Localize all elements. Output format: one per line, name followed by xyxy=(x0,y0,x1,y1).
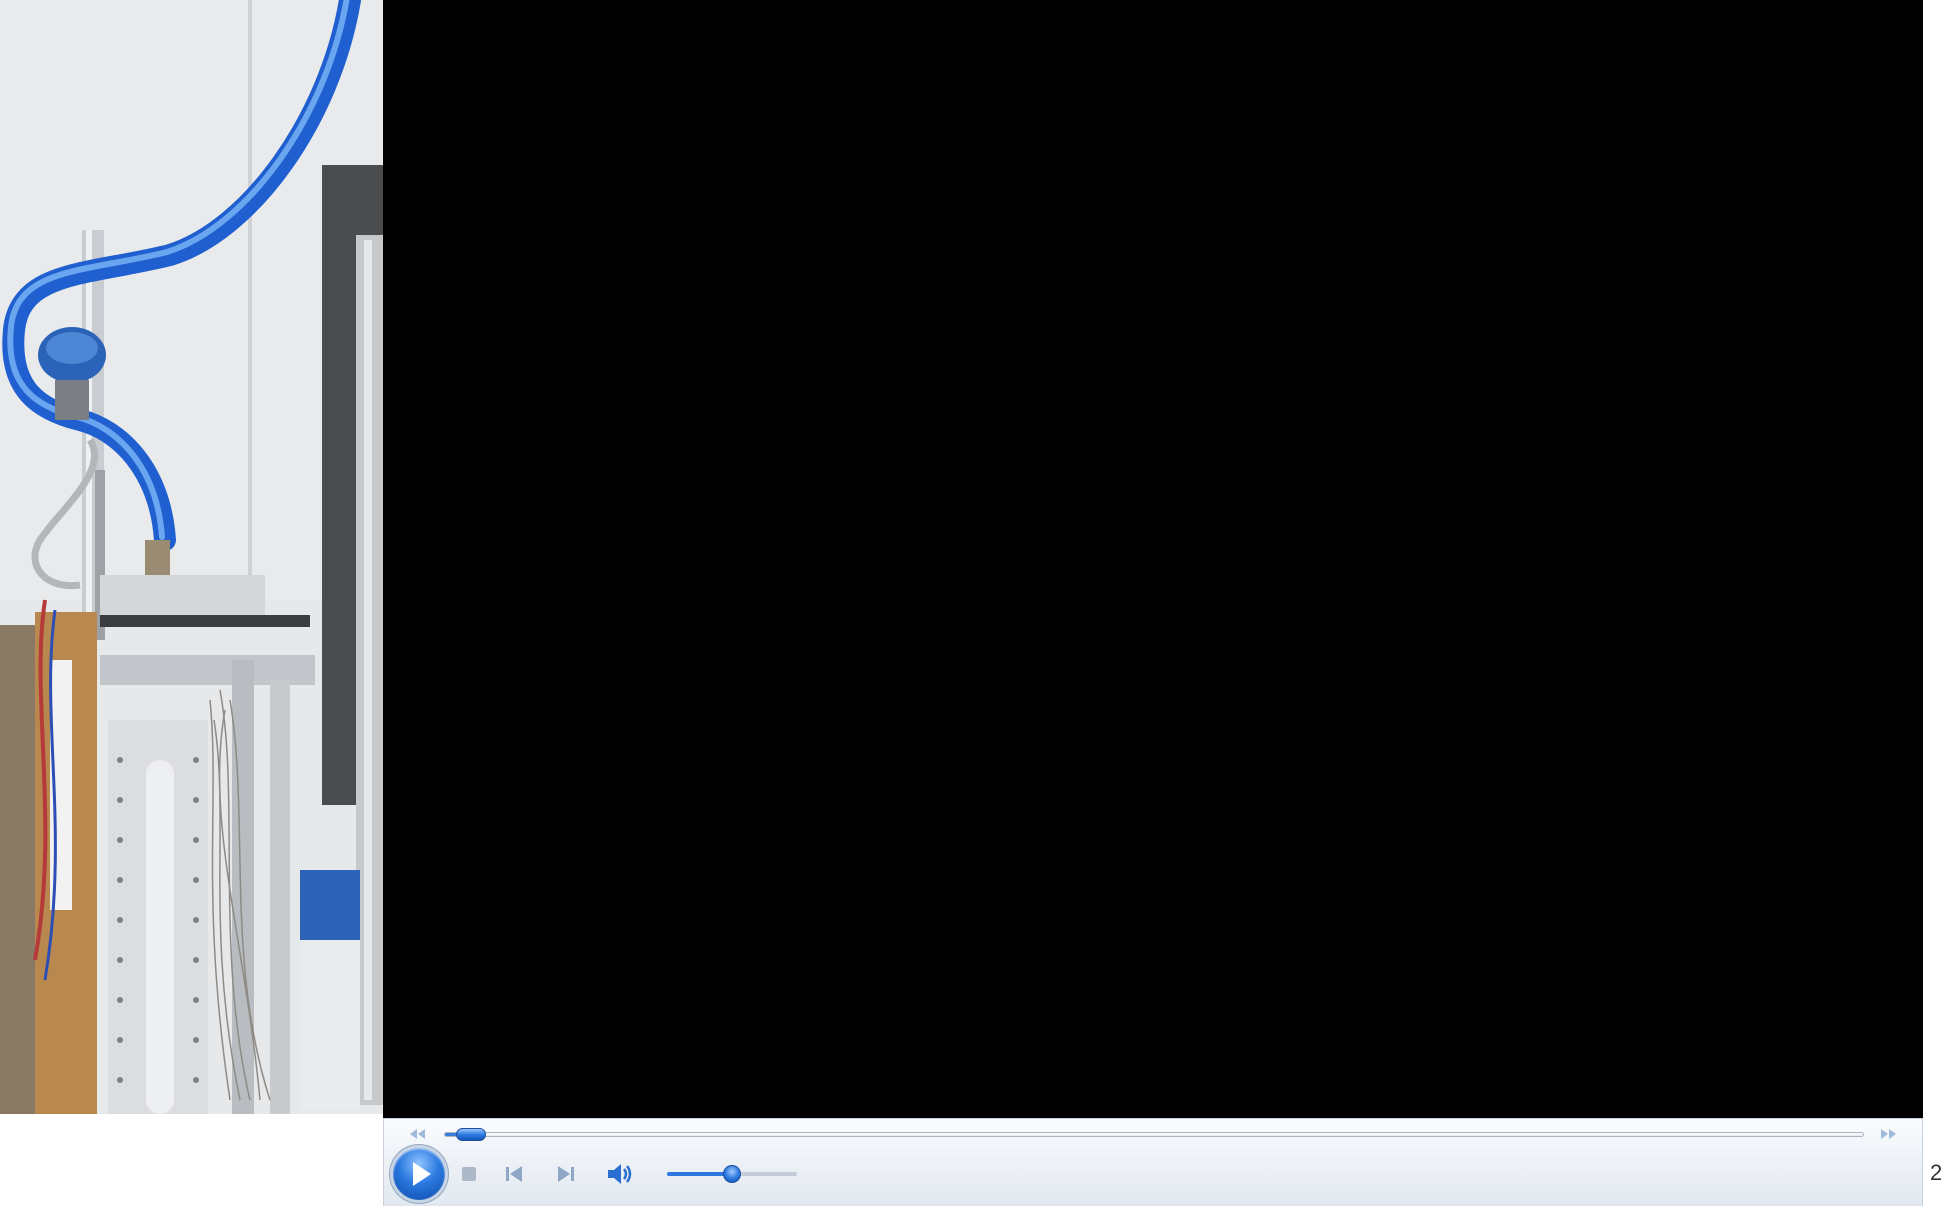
volume-thumb[interactable] xyxy=(723,1165,741,1183)
seek-row xyxy=(384,1125,1922,1143)
video-surface[interactable] xyxy=(383,0,1923,1118)
previous-track-icon xyxy=(506,1166,522,1182)
next-button[interactable] xyxy=(551,1159,581,1189)
seek-thumb[interactable] xyxy=(456,1128,487,1141)
button-row xyxy=(384,1145,1922,1203)
rewind-icon[interactable] xyxy=(406,1126,430,1142)
stop-button[interactable] xyxy=(454,1159,484,1189)
seek-bar[interactable] xyxy=(444,1128,1864,1141)
stop-icon xyxy=(462,1167,476,1181)
play-button[interactable] xyxy=(393,1148,445,1200)
time-display: 2 xyxy=(1930,1160,1941,1185)
play-icon xyxy=(413,1162,431,1186)
next-track-icon xyxy=(558,1166,574,1182)
mute-button[interactable] xyxy=(604,1159,634,1189)
preview-photo xyxy=(0,0,383,1114)
player-controls xyxy=(383,1118,1923,1206)
speaker-icon xyxy=(608,1164,632,1184)
fast-forward-icon[interactable] xyxy=(1876,1126,1900,1142)
previous-button[interactable] xyxy=(499,1159,529,1189)
volume-slider[interactable] xyxy=(667,1165,797,1183)
lab-equipment-image xyxy=(0,0,383,1114)
